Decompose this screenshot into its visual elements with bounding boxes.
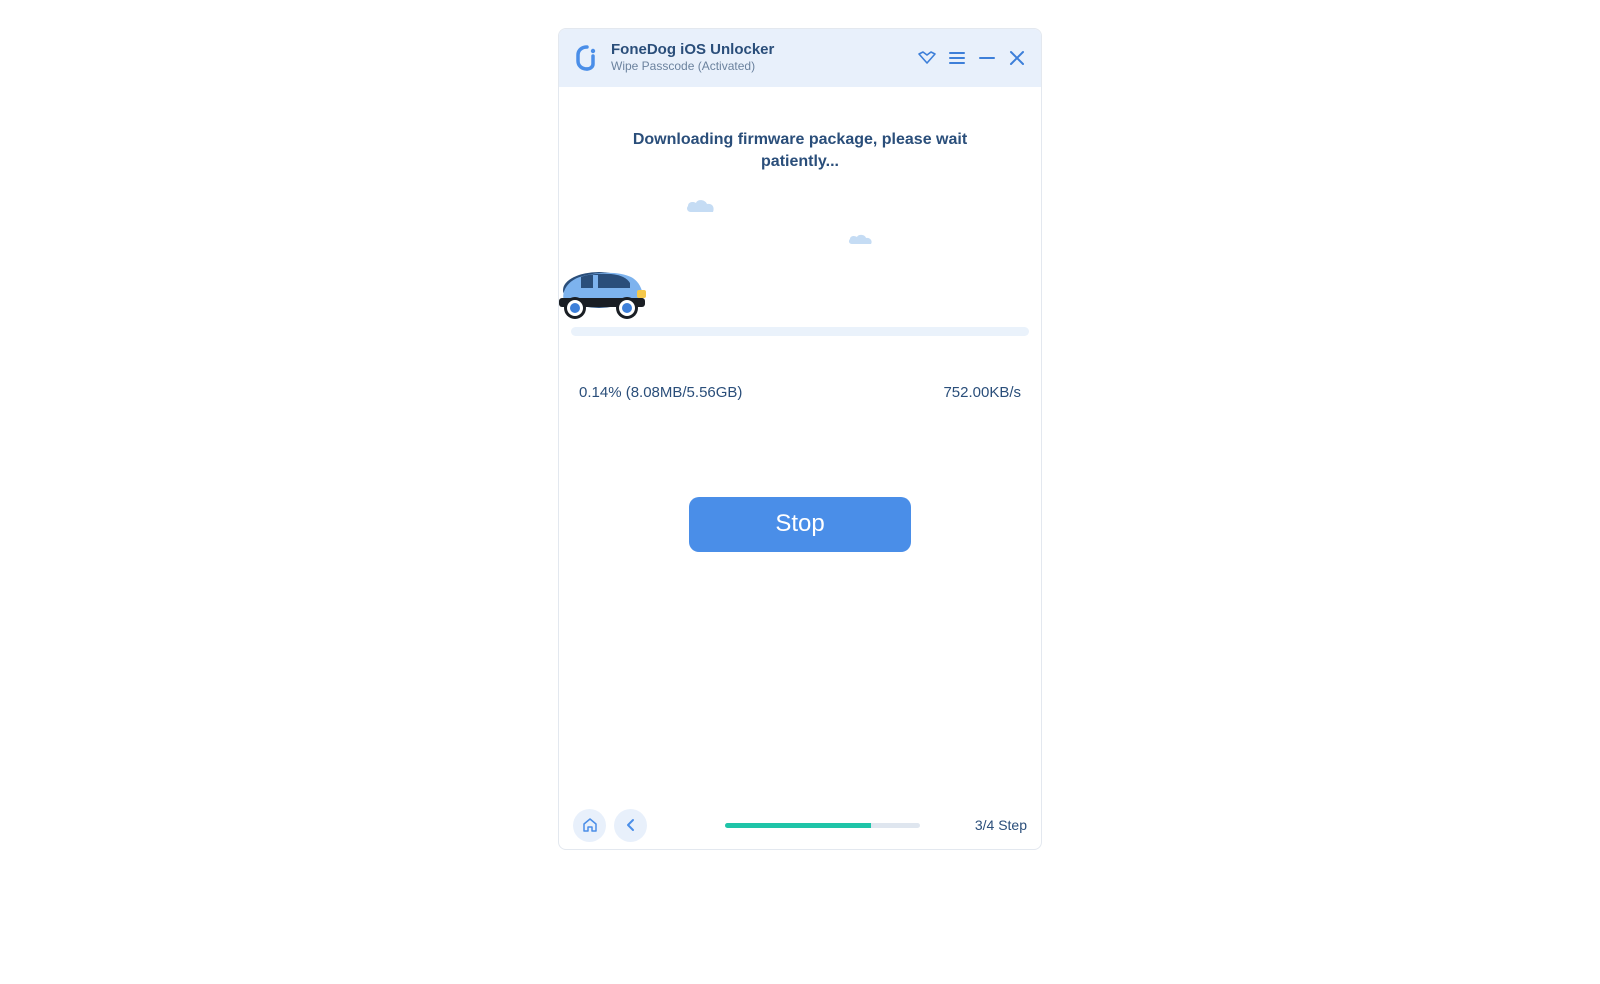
close-icon[interactable] xyxy=(1007,48,1027,68)
title-text-block: FoneDog iOS Unlocker Wipe Passcode (Acti… xyxy=(611,41,917,75)
download-stats: 0.14% (8.08MB/5.56GB) 752.00KB/s xyxy=(559,384,1041,401)
minimize-icon[interactable] xyxy=(977,48,997,68)
car-icon xyxy=(558,266,650,326)
app-title: FoneDog iOS Unlocker xyxy=(611,41,917,59)
app-subtitle: Wipe Passcode (Activated) xyxy=(611,59,917,75)
download-scene xyxy=(559,196,1041,336)
footer: 3/4 Step xyxy=(559,801,1041,849)
step-progress-fill xyxy=(725,823,871,828)
speed-text: 752.00KB/s xyxy=(943,384,1021,401)
status-heading: Downloading firmware package, please wai… xyxy=(610,129,990,174)
step-text: 3/4 Step xyxy=(975,817,1027,833)
titlebar-actions xyxy=(917,48,1027,68)
titlebar[interactable]: FoneDog iOS Unlocker Wipe Passcode (Acti… xyxy=(559,29,1041,87)
home-button[interactable] xyxy=(573,809,606,842)
stop-button[interactable]: Stop xyxy=(689,497,911,552)
app-window: FoneDog iOS Unlocker Wipe Passcode (Acti… xyxy=(558,28,1042,850)
progress-text: 0.14% (8.08MB/5.56GB) xyxy=(579,384,742,401)
premium-icon[interactable] xyxy=(917,48,937,68)
download-progress-track xyxy=(571,327,1029,336)
menu-icon[interactable] xyxy=(947,48,967,68)
content-area: Downloading firmware package, please wai… xyxy=(559,87,1041,801)
cloud-icon xyxy=(847,232,875,251)
back-button[interactable] xyxy=(614,809,647,842)
step-progress-bar xyxy=(725,823,920,828)
app-logo xyxy=(573,44,601,72)
cloud-icon xyxy=(685,196,717,219)
